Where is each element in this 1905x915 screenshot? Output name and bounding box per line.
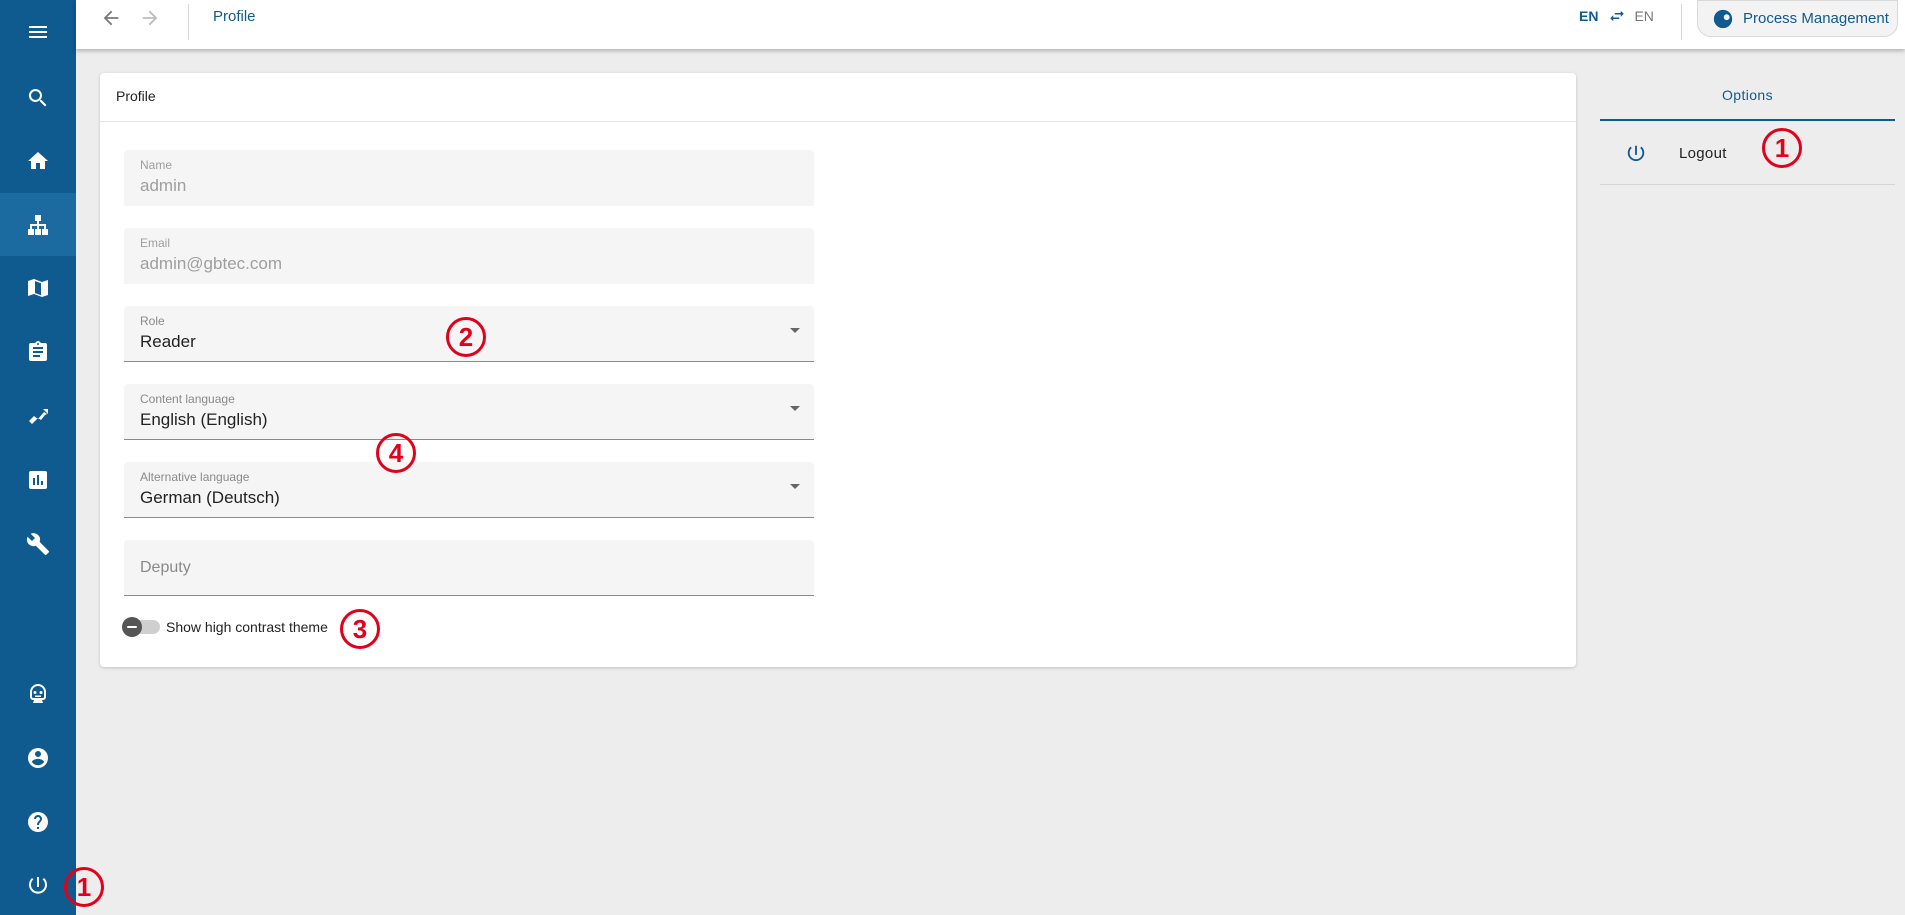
profile-card: Profile Name admin Email admin@gbtec.com… — [100, 73, 1576, 667]
alternative-language-label: Alternative language — [140, 470, 250, 484]
back-button[interactable] — [94, 3, 128, 33]
email-field-value: admin@gbtec.com — [140, 254, 282, 273]
callout-marker-4: 4 — [376, 433, 416, 473]
chevron-down-icon[interactable] — [790, 484, 800, 489]
name-field: Name admin — [124, 150, 814, 206]
home-icon — [28, 151, 48, 169]
card-header: Profile — [100, 73, 1576, 122]
logout-label: Logout — [1679, 145, 1727, 162]
logout-button[interactable]: Logout — [1600, 123, 1895, 185]
options-panel: Options Logout — [1600, 73, 1895, 188]
role-select-value: Reader — [140, 332, 196, 351]
alternative-language-value: German (Deutsch) — [140, 488, 280, 507]
app-switcher-button[interactable]: Process Management — [1697, 0, 1898, 37]
page-title: Profile — [213, 8, 256, 25]
arrow-forward-icon — [142, 10, 158, 26]
toggle-track[interactable] — [122, 617, 160, 637]
clipboard-icon — [29, 340, 47, 361]
chevron-down-icon[interactable] — [790, 328, 800, 333]
name-field-label: Name — [140, 158, 173, 172]
toggle-knob[interactable] — [122, 617, 142, 637]
power-icon — [1625, 143, 1647, 165]
sidebar-menu-button[interactable] — [0, 0, 76, 63]
high-contrast-toggle[interactable]: Show high contrast theme — [122, 617, 328, 637]
language-alternative[interactable]: EN — [1634, 8, 1653, 24]
trend-chart-icon — [29, 408, 48, 424]
arrow-back-icon — [103, 10, 119, 26]
top-divider — [188, 4, 189, 40]
top-divider — [1681, 4, 1682, 40]
sidebar-item-help[interactable] — [0, 790, 76, 853]
robot-icon — [30, 683, 46, 703]
sitemap-icon — [28, 214, 48, 235]
content-language-value: English (English) — [140, 410, 268, 429]
high-contrast-label: Show high contrast theme — [166, 619, 328, 635]
forward-button[interactable] — [133, 3, 167, 33]
help-icon — [28, 811, 48, 832]
options-title: Options — [1600, 73, 1895, 121]
sidebar-item-maps[interactable] — [0, 256, 76, 319]
language-switcher: EN EN — [1579, 7, 1654, 25]
role-select-label: Role — [140, 314, 165, 328]
content-language-label: Content language — [140, 392, 235, 406]
app-logo-icon — [1713, 9, 1733, 28]
sidebar-item-processes[interactable] — [0, 193, 76, 256]
sidebar-item-tools[interactable] — [0, 512, 76, 575]
deputy-input-placeholder: Deputy — [140, 559, 191, 576]
sidebar-item-reports[interactable] — [0, 448, 76, 511]
account-icon — [28, 747, 48, 768]
content-language-select[interactable]: Content language English (English) — [124, 384, 814, 440]
sidebar-item-home[interactable] — [0, 129, 76, 192]
sidebar-item-assistant[interactable] — [0, 662, 76, 725]
deputy-input[interactable]: Deputy — [124, 540, 814, 596]
menu-icon — [29, 25, 47, 38]
chevron-down-icon[interactable] — [790, 406, 800, 411]
search-icon — [28, 88, 47, 106]
app-switcher-label: Process Management — [1743, 10, 1889, 27]
swap-horizontal-icon — [1610, 10, 1625, 22]
sidebar — [0, 0, 76, 915]
sidebar-item-analytics[interactable] — [0, 384, 76, 447]
callout-marker-1: 1 — [64, 867, 104, 907]
sidebar-item-profile[interactable] — [0, 726, 76, 789]
email-field-label: Email — [140, 236, 171, 250]
email-field: Email admin@gbtec.com — [124, 228, 814, 284]
callout-marker-1: 1 — [1762, 128, 1802, 168]
bar-chart-icon — [29, 470, 47, 489]
top-bar: Profile EN EN Process Management — [76, 0, 1905, 49]
name-field-value: admin — [140, 176, 187, 195]
alternative-language-select[interactable]: Alternative language German (Deutsch) — [124, 462, 814, 518]
power-icon — [29, 876, 47, 894]
language-swap-button[interactable] — [1608, 7, 1626, 25]
callout-marker-3: 3 — [340, 609, 380, 649]
sidebar-item-search[interactable] — [0, 66, 76, 129]
callout-marker-2: 2 — [446, 317, 486, 357]
sidebar-item-tasks[interactable] — [0, 320, 76, 383]
wrench-icon — [26, 532, 49, 555]
book-map-icon — [28, 278, 48, 297]
language-active[interactable]: EN — [1579, 8, 1598, 24]
card-title: Profile — [116, 88, 156, 104]
